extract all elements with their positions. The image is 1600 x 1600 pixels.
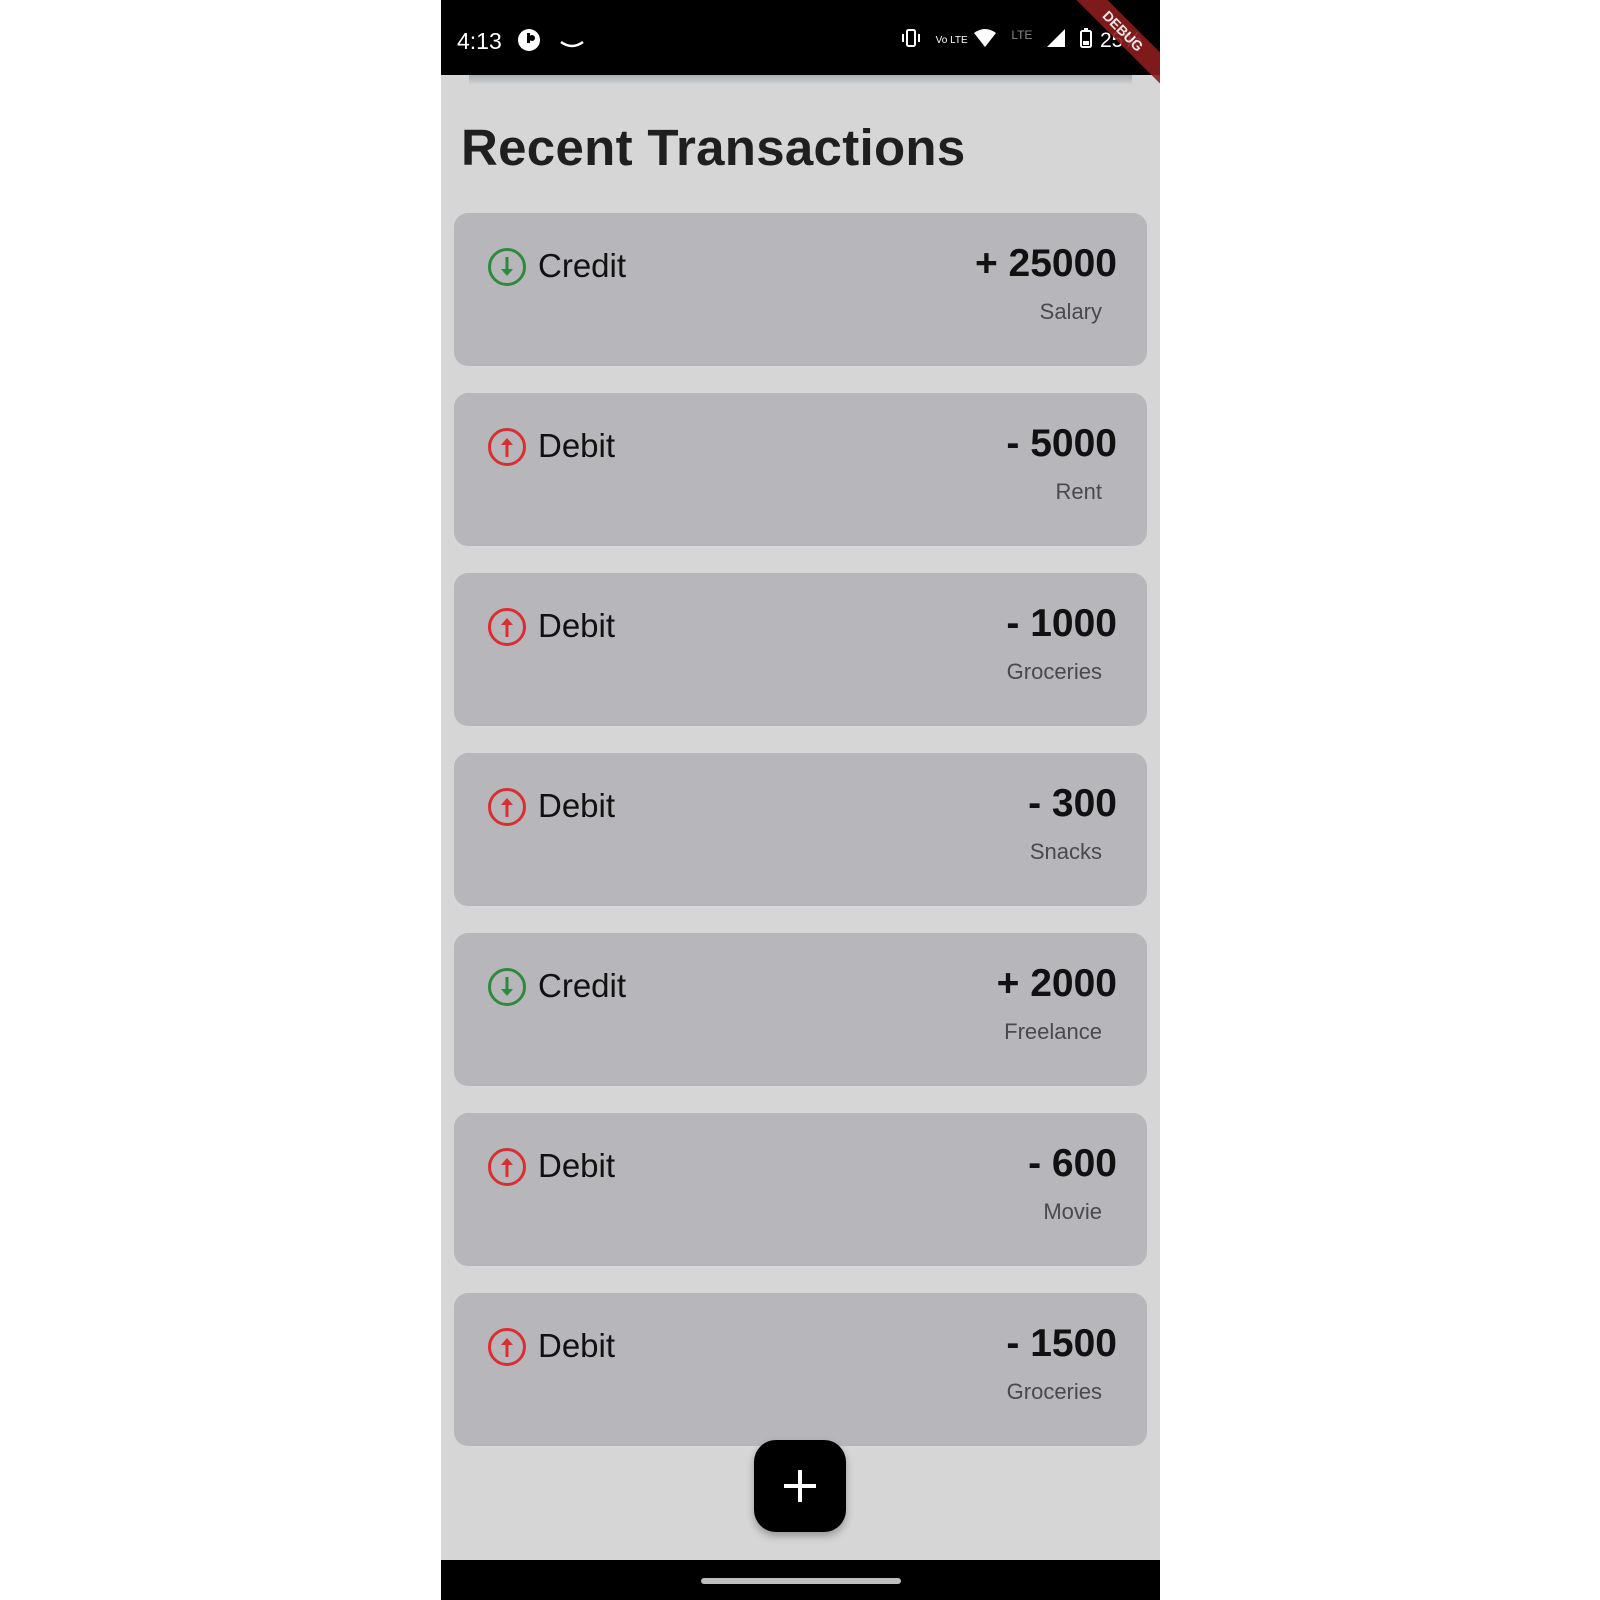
transaction-card[interactable]: Debit - 300 Snacks [454,753,1147,906]
arrow-up-circle-icon [487,1147,527,1187]
arrow-up-circle-icon [487,787,527,827]
arrow-down-circle-icon [487,967,527,1007]
signal-icon [1046,28,1066,54]
volte-label: Vo LTE [935,34,968,46]
arrow-down-circle-icon [487,247,527,287]
transaction-type: Credit [538,247,627,284]
transaction-category: Rent [1055,479,1102,504]
transaction-type: Debit [538,1327,616,1364]
transaction-type: Debit [538,1147,616,1184]
transaction-card[interactable]: Debit - 600 Movie [454,1113,1147,1266]
transaction-amount: - 1000 [1006,602,1117,645]
amazon-smile-icon [559,32,585,58]
status-right: Vo LTE LTE 25% [892,28,1142,54]
transaction-card[interactable]: Credit + 25000 Salary [454,213,1147,366]
transaction-type: Debit [538,607,616,644]
lte-label: LTE [1011,28,1033,42]
add-transaction-button[interactable] [754,1440,846,1532]
phone-screen: 4:13 Vo LTE LTE DEBUG Recent Transaction… [441,0,1160,1600]
home-indicator[interactable] [701,1578,901,1584]
transaction-category: Freelance [1004,1019,1102,1044]
status-bar: 4:13 Vo LTE LTE [441,0,1160,75]
transaction-category: Salary [1039,299,1102,324]
arrow-up-circle-icon [487,427,527,467]
transaction-card[interactable]: Debit - 5000 Rent [454,393,1147,546]
plus-icon [784,1470,816,1502]
transaction-type: Credit [538,967,627,1004]
system-nav-bar [441,1560,1160,1600]
transaction-list: Credit + 25000 Salary Debit - 5000 Rent Debit -… [454,213,1147,1473]
notification-app-icon [517,28,541,58]
volte-icon: Vo LTE [936,35,968,47]
transaction-category: Snacks [1029,839,1102,864]
app-bar-shadow [469,75,1132,85]
transaction-card[interactable]: Debit - 1500 Groceries [454,1293,1147,1446]
status-left-icons [517,28,597,58]
transaction-amount: - 5000 [1006,422,1117,465]
transaction-amount: - 1500 [1006,1322,1117,1365]
transaction-type: Debit [538,787,616,824]
transaction-category: Groceries [1006,659,1102,684]
transaction-type: Debit [538,427,616,464]
page-title: Recent Transactions [461,119,966,176]
status-time: 4:13 [457,28,502,54]
battery-icon [1080,28,1093,54]
transaction-card[interactable]: Credit + 2000 Freelance [454,933,1147,1086]
transaction-amount: + 2000 [996,962,1117,1005]
transaction-category: Movie [1043,1199,1102,1224]
arrow-up-circle-icon [487,607,527,647]
transaction-card[interactable]: Debit - 1000 Groceries [454,573,1147,726]
transaction-category: Groceries [1006,1379,1102,1404]
vibrate-icon [900,28,922,54]
transaction-amount: - 300 [1028,782,1117,825]
transaction-amount: - 600 [1028,1142,1117,1185]
arrow-up-circle-icon [487,1327,527,1367]
wifi-icon [973,28,997,54]
transaction-amount: + 25000 [974,242,1117,285]
